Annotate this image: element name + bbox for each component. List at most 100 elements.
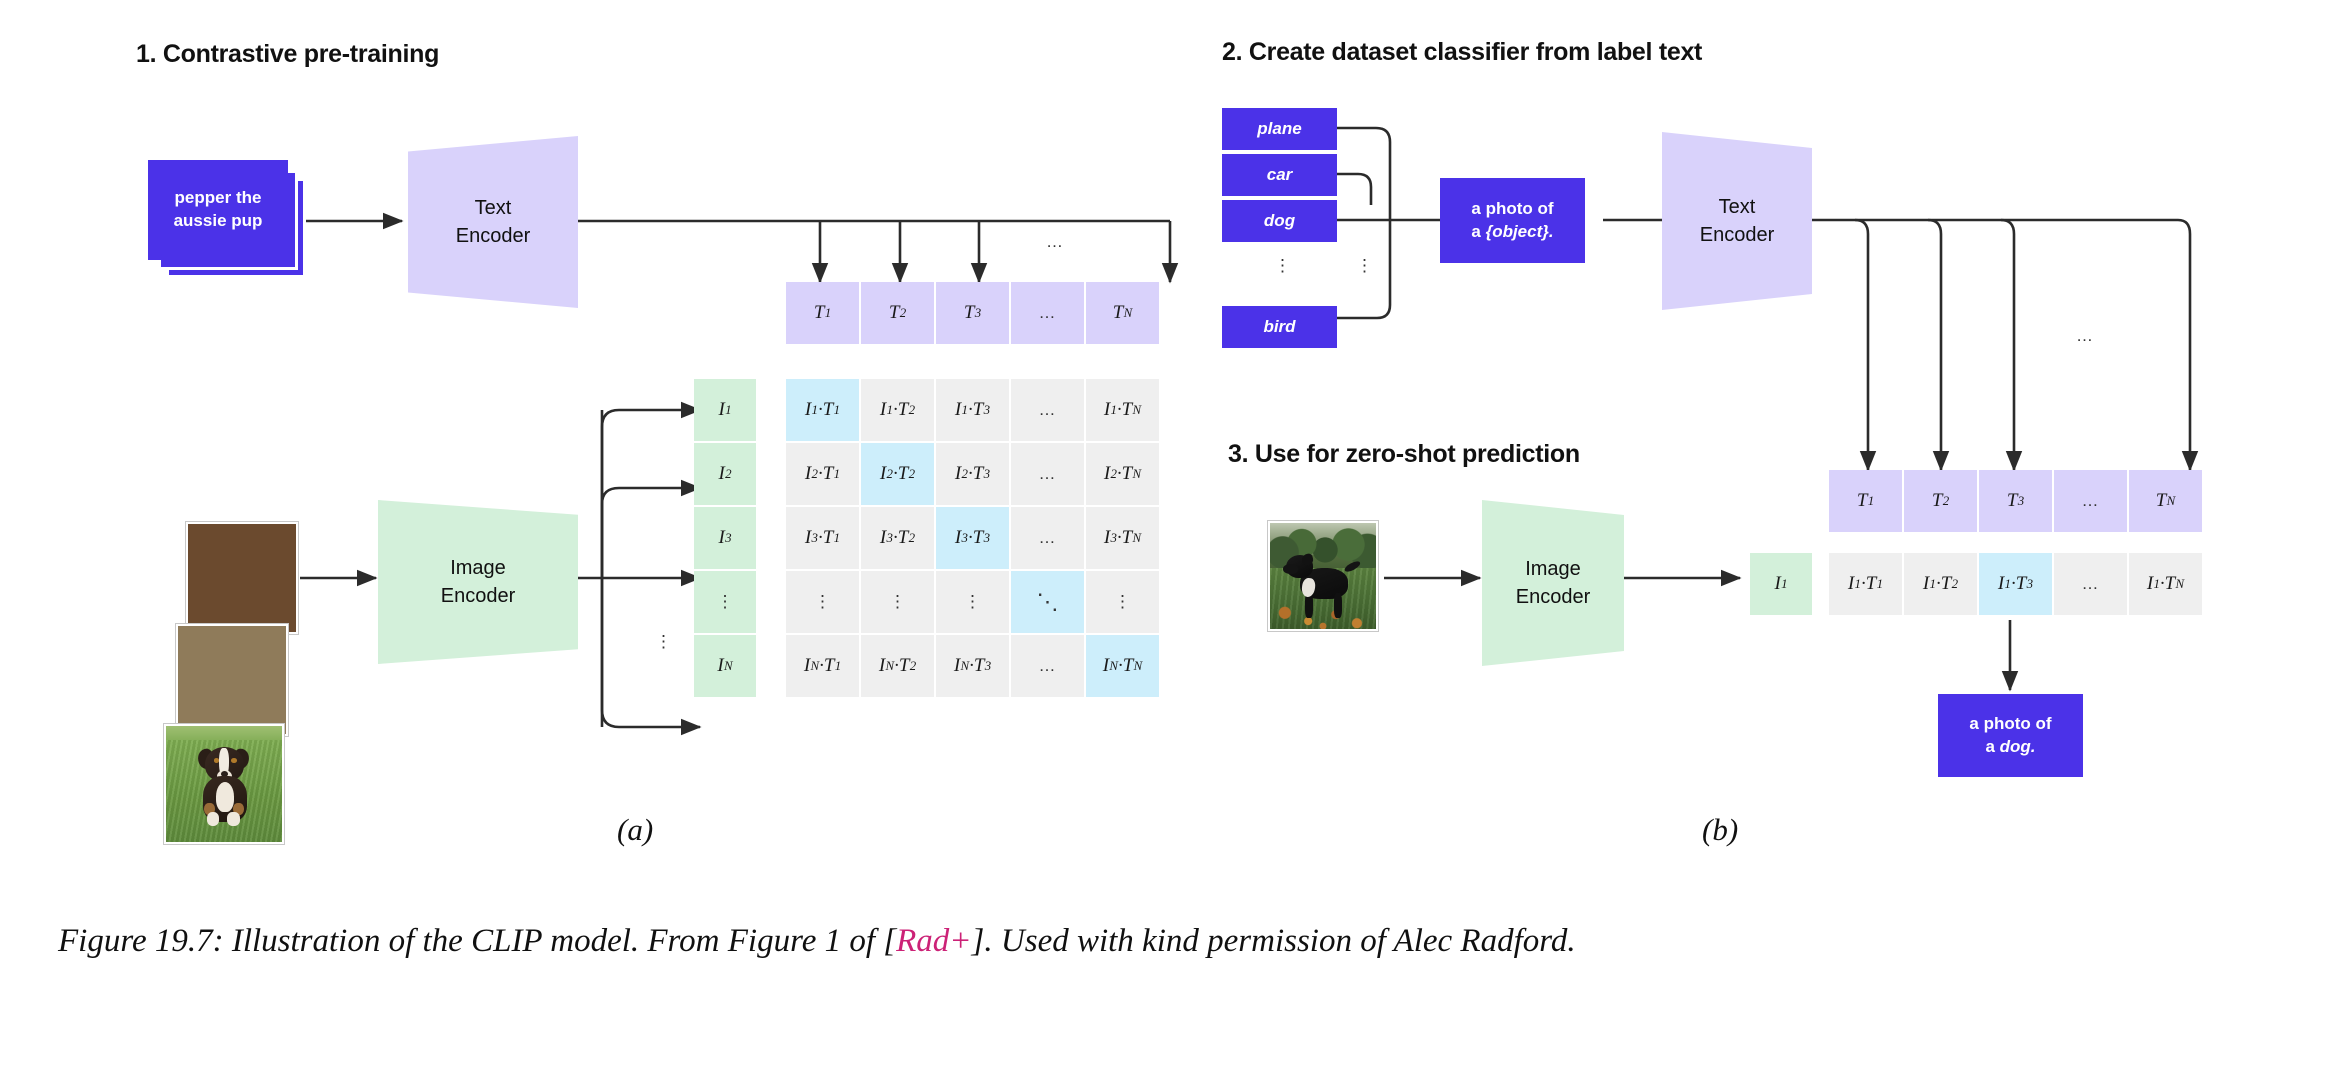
branch-ellipsis: ⋮ bbox=[1356, 256, 1373, 275]
result-line2-pre: a bbox=[1985, 736, 2000, 756]
result-class-token: dog. bbox=[1999, 736, 2036, 756]
arrow-bus-to-T2-p2 bbox=[1927, 218, 1950, 472]
matrix-cell-ellipsis-r3-c4: ⋮ bbox=[1086, 571, 1159, 633]
label-list-ellipsis: ⋮ bbox=[1274, 256, 1291, 275]
text-encoder-p1-line1: Text bbox=[474, 197, 512, 219]
class-label-bird[interactable]: bird bbox=[1222, 306, 1337, 348]
prompt-line1: a photo of bbox=[1471, 198, 1554, 218]
image-encoder-p1-line2: Encoder bbox=[440, 585, 516, 607]
text-embedding-cell-p2-TN: TN bbox=[2129, 470, 2202, 532]
prediction-result-card: a photo of a dog. bbox=[1938, 694, 2083, 777]
text-embedding-cell-p2-T2: T2 bbox=[1904, 470, 1977, 532]
text-embedding-cell-T2: T2 bbox=[861, 282, 934, 344]
matrix-cell-ellipsis-r1-c3: … bbox=[1011, 443, 1084, 505]
text-encoder-p1: Text Encoder bbox=[408, 136, 578, 308]
bracket-car bbox=[1337, 172, 1373, 205]
prompt-line2: a {object}. bbox=[1471, 221, 1553, 244]
i-col-outer-ellipsis: ⋮ bbox=[655, 632, 672, 651]
matrix-cell-I1-T2: I 1 ·T 2 bbox=[861, 379, 934, 441]
matrix-cell-I3-TN: I 3 ·T N bbox=[1086, 507, 1159, 569]
caption-post: ]. Used with kind permission of Alec Rad… bbox=[971, 923, 1576, 959]
matrix-cell-I3-T3: I 3 ·T 3 bbox=[936, 507, 1009, 569]
image-encoder-p3-line1: Image bbox=[1525, 558, 1581, 580]
matrix-cell-I1-TN: I 1 ·T N bbox=[1086, 379, 1159, 441]
class-label-dog[interactable]: dog bbox=[1222, 200, 1337, 242]
image-embedding-cell-ellipsis: ⋮ bbox=[694, 571, 756, 633]
panel3-title: 3. Use for zero-shot prediction bbox=[1228, 440, 1580, 468]
text-embedding-cell-p2-ellipsis: … bbox=[2054, 470, 2127, 532]
matrix-cell-ellipsis-r3-c3: ⋱ bbox=[1011, 571, 1084, 633]
figure-canvas: 1. Contrastive pre-training pepper the a… bbox=[0, 0, 2334, 1080]
text-embedding-cell-p2-T3: T3 bbox=[1979, 470, 2052, 532]
image-embedding-cell-I1: I1 bbox=[694, 379, 756, 441]
image-encoder-p1-line1: Image bbox=[450, 557, 506, 579]
image-embedding-cell-IN: IN bbox=[694, 635, 756, 697]
panel1-title: 1. Contrastive pre-training bbox=[136, 40, 440, 68]
subfigure-label-a: (a) bbox=[617, 812, 654, 847]
image-encoder-p1: Image Encoder bbox=[378, 500, 578, 664]
query-photo-p3 bbox=[1268, 521, 1378, 631]
class-label-car[interactable]: car bbox=[1222, 154, 1337, 196]
text-encoder-p1-line2: Encoder bbox=[455, 225, 531, 247]
score-cell-1: I 1 ·T 2 bbox=[1904, 553, 1977, 615]
caption-citation[interactable]: Rad+ bbox=[896, 923, 971, 959]
t-bus-ellipsis-p2: … bbox=[2076, 326, 2094, 345]
result-line1: a photo of bbox=[1969, 713, 2052, 733]
matrix-cell-IN-T2: I N ·T 2 bbox=[861, 635, 934, 697]
matrix-cell-IN-TN: I N ·T N bbox=[1086, 635, 1159, 697]
matrix-cell-ellipsis-r4-c3: … bbox=[1011, 635, 1084, 697]
image-stack-back-2 bbox=[186, 522, 298, 634]
bracket-plane-bird bbox=[1337, 126, 1392, 320]
matrix-cell-ellipsis-r3-c0: ⋮ bbox=[786, 571, 859, 633]
text-embedding-cell-ellipsis: … bbox=[1011, 282, 1084, 344]
text-encoder-p2-line1: Text bbox=[1718, 196, 1756, 218]
matrix-cell-IN-T3: I N ·T 3 bbox=[936, 635, 1009, 697]
text-card-stack: pepper the aussie pup bbox=[148, 160, 308, 280]
caption-pre: Figure 19.7: Illustration of the CLIP mo… bbox=[58, 923, 897, 959]
arrow-bus-to-TN-p2 bbox=[2177, 218, 2199, 472]
matrix-cell-I2-TN: I 2 ·T N bbox=[1086, 443, 1159, 505]
matrix-cell-ellipsis-r2-c3: … bbox=[1011, 507, 1084, 569]
matrix-cell-I3-T2: I 3 ·T 2 bbox=[861, 507, 934, 569]
image-embedding-cell-I3: I3 bbox=[694, 507, 756, 569]
t-bus-ellipsis-p1: … bbox=[1046, 232, 1064, 251]
arrow-bus-to-T1-p2 bbox=[1854, 218, 1877, 472]
matrix-cell-I2-T2: I 2 ·T 2 bbox=[861, 443, 934, 505]
arrow-branch-to-I1 bbox=[600, 401, 702, 578]
prompt-object-token: {object}. bbox=[1485, 221, 1554, 241]
text-embedding-cell-TN: TN bbox=[1086, 282, 1159, 344]
matrix-cell-I1-T3: I 1 ·T 3 bbox=[936, 379, 1009, 441]
subfigure-label-b: (b) bbox=[1702, 812, 1739, 847]
arrow-bus-to-T3-p2 bbox=[2000, 218, 2023, 472]
prompt-template-card: a photo of a {object}. bbox=[1440, 178, 1585, 263]
score-cell-0: I 1 ·T 1 bbox=[1829, 553, 1902, 615]
text-encoder-p2-line2: Encoder bbox=[1699, 224, 1775, 246]
matrix-cell-I3-T1: I 3 ·T 1 bbox=[786, 507, 859, 569]
class-label-plane[interactable]: plane bbox=[1222, 108, 1337, 150]
text-card-line2: aussie pup bbox=[173, 211, 263, 230]
image-encoder-p3: Image Encoder bbox=[1482, 500, 1624, 666]
panel2-title: 2. Create dataset classifier from label … bbox=[1222, 38, 1703, 66]
image-stack-p1 bbox=[164, 500, 314, 844]
arrow-branch-to-IN bbox=[600, 578, 702, 736]
matrix-cell-I1-T1: I 1 ·T 1 bbox=[786, 379, 859, 441]
matrix-cell-I2-T1: I 2 ·T 1 bbox=[786, 443, 859, 505]
figure-caption: Figure 19.7: Illustration of the CLIP mo… bbox=[58, 920, 2313, 962]
matrix-cell-ellipsis-r0-c3: … bbox=[1011, 379, 1084, 441]
score-cell-4: I 1 ·T N bbox=[2129, 553, 2202, 615]
text-card: pepper the aussie pup bbox=[148, 160, 288, 260]
result-line2: a dog. bbox=[1969, 736, 2051, 759]
score-cell-3: … bbox=[2054, 553, 2127, 615]
i-vector-box-p3: I1 bbox=[1750, 553, 1812, 615]
image-stack-back-1 bbox=[176, 624, 288, 736]
matrix-cell-ellipsis-r3-c1: ⋮ bbox=[861, 571, 934, 633]
text-encoder-p2: Text Encoder bbox=[1662, 132, 1812, 310]
image-embedding-cell-I2: I2 bbox=[694, 443, 756, 505]
arrow-branch-to-I2 bbox=[600, 479, 702, 578]
score-cell-2: I 1 ·T 3 bbox=[1979, 553, 2052, 615]
connector-overlay bbox=[296, 126, 2199, 736]
matrix-cell-ellipsis-r3-c2: ⋮ bbox=[936, 571, 1009, 633]
text-embedding-cell-T3: T3 bbox=[936, 282, 1009, 344]
prompt-line2-pre: a bbox=[1471, 221, 1486, 241]
matrix-cell-IN-T1: I N ·T 1 bbox=[786, 635, 859, 697]
